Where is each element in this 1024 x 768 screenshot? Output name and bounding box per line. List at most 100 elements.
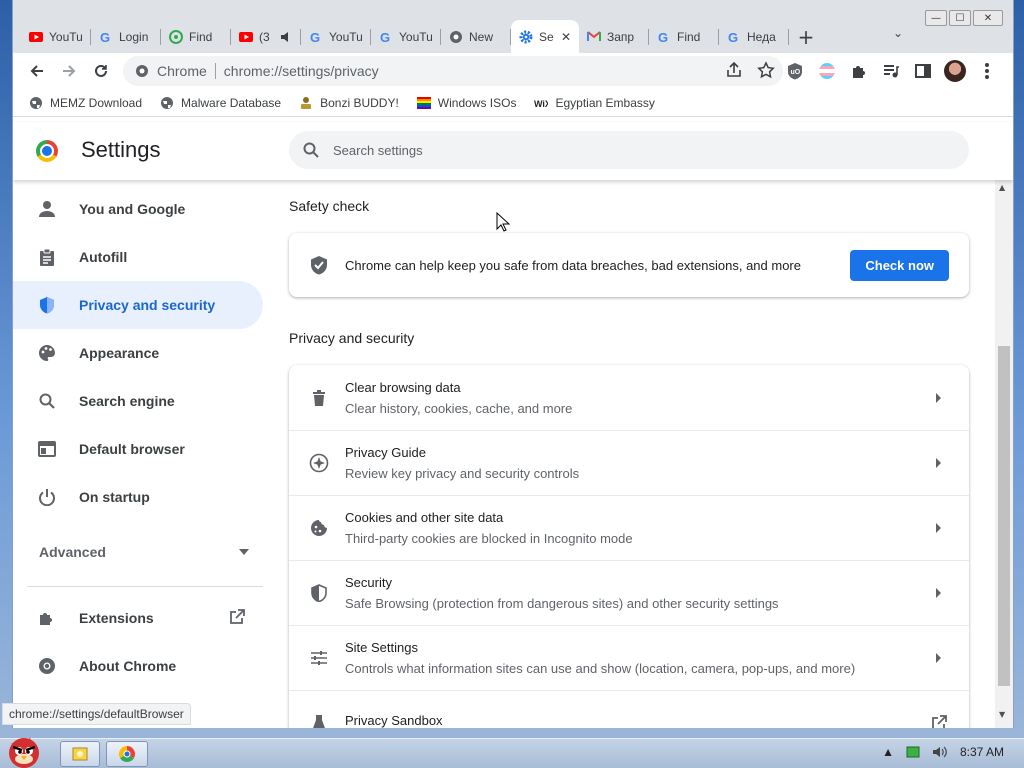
- minimize-button[interactable]: —: [925, 10, 947, 26]
- sidebar-item-on-startup[interactable]: On startup: [13, 473, 263, 521]
- status-url-bubble: chrome://settings/defaultBrowser: [2, 703, 191, 725]
- address-bar[interactable]: Chrome chrome://settings/privacy: [123, 56, 783, 86]
- scroll-down-arrow-icon[interactable]: ▼: [999, 710, 1005, 719]
- row-title: Privacy Sandbox: [345, 712, 443, 728]
- list-item-clear-browsing-data[interactable]: Clear browsing data Clear history, cooki…: [289, 365, 969, 430]
- tab-youtube-2[interactable]: G YouTu: [301, 20, 371, 53]
- safety-check-row: Chrome can help keep you safe from data …: [289, 233, 969, 297]
- advanced-toggle[interactable]: Advanced: [39, 544, 249, 560]
- tab-settings[interactable]: Se ✕: [511, 20, 579, 53]
- tab-youtube[interactable]: YouTu: [21, 20, 91, 53]
- side-panel-icon[interactable]: [911, 57, 935, 85]
- bookmark-memz[interactable]: MEMZ Download: [29, 96, 142, 110]
- chrome-icon: [449, 30, 463, 44]
- kebab-menu-icon[interactable]: [975, 57, 999, 85]
- sidebar-item-search-engine[interactable]: Search engine: [13, 377, 263, 425]
- bookmark-label: Egyptian Embassy: [555, 95, 655, 110]
- puzzle-icon[interactable]: [847, 57, 871, 85]
- tab-close-icon[interactable]: ✕: [561, 30, 571, 44]
- row-text: Cookies and other site data Third-party …: [345, 510, 903, 546]
- sidebar-item-about-chrome[interactable]: About Chrome: [13, 642, 263, 690]
- bookmark-windows-isos[interactable]: Windows ISOs: [416, 95, 517, 110]
- sidebar-item-default-browser[interactable]: Default browser: [13, 425, 263, 473]
- row-text: Security Safe Browsing (protection from …: [345, 575, 903, 611]
- tab-find-2[interactable]: G Find: [649, 20, 719, 53]
- tab-youtube-3[interactable]: G YouTu: [371, 20, 441, 53]
- tab-neda[interactable]: G Неда: [719, 20, 789, 53]
- tab-new[interactable]: New: [441, 20, 511, 53]
- search-icon: [303, 142, 319, 158]
- bookmark-label: Windows ISOs: [437, 95, 517, 110]
- bookmark-bonzi[interactable]: Bonzi BUDDY!: [299, 96, 399, 110]
- clock[interactable]: 8:37 AM: [960, 745, 1004, 759]
- sidebar-item-autofill[interactable]: Autofill: [13, 233, 263, 281]
- youtube-icon: [239, 30, 253, 44]
- arrow-right-icon: [919, 588, 959, 598]
- taskbar-explorer-button[interactable]: [60, 741, 100, 767]
- scrollbar[interactable]: ▲ ▼: [995, 180, 1013, 728]
- browser-window: — ☐ ✕ YouTu G Login Find (3 G YouTu G Yo…: [12, 0, 1014, 728]
- row-text: Privacy Sandbox: [345, 713, 903, 729]
- rainbow-flag-icon: [416, 96, 431, 110]
- bookmark-star-icon[interactable]: [757, 61, 775, 79]
- reload-button[interactable]: [85, 55, 117, 87]
- start-button[interactable]: [2, 731, 50, 768]
- scroll-up-arrow-icon[interactable]: ▲: [999, 183, 1005, 192]
- sidebar-item-privacy-and-security[interactable]: Privacy and security: [13, 281, 263, 329]
- tab-login[interactable]: G Login: [91, 20, 161, 53]
- tab-title: Find: [189, 29, 213, 44]
- bookmark-malware-db[interactable]: Malware Database: [160, 96, 281, 110]
- tab-title: Запр: [607, 29, 635, 44]
- tab-title: Login: [119, 29, 149, 44]
- tab-search-chevron-icon[interactable]: ⌄: [893, 26, 903, 40]
- row-title: Cookies and other site data: [345, 510, 504, 525]
- bookmark-egyptian-embassy[interactable]: WiX Egyptian Embassy: [534, 96, 654, 110]
- taskbar-chrome-button[interactable]: [106, 741, 148, 767]
- url-text[interactable]: chrome://settings/privacy: [224, 63, 379, 79]
- flag-extension-icon[interactable]: [815, 57, 839, 85]
- search-input[interactable]: Search settings: [289, 131, 969, 169]
- close-button[interactable]: ✕: [973, 10, 1003, 26]
- sidebar-item-you-and-google[interactable]: You and Google: [13, 185, 263, 233]
- tabs: YouTu G Login Find (3 G YouTu G YouTu Ne…: [21, 20, 823, 53]
- check-now-button[interactable]: Check now: [850, 249, 949, 281]
- avatar[interactable]: [943, 57, 967, 85]
- volume-icon[interactable]: [932, 745, 948, 759]
- maximize-button[interactable]: ☐: [949, 10, 971, 26]
- speaker-icon[interactable]: [279, 30, 293, 44]
- list-item-site-settings[interactable]: Site Settings Controls what information …: [289, 625, 969, 690]
- sidebar-item-label: Default browser: [79, 441, 185, 457]
- tab-youtube-audio[interactable]: (3: [231, 20, 301, 53]
- sidebar-item-extensions[interactable]: Extensions: [13, 594, 263, 642]
- share-icon[interactable]: [725, 61, 743, 79]
- sidebar-item-appearance[interactable]: Appearance: [13, 329, 263, 377]
- list-item-privacy-guide[interactable]: Privacy Guide Review key privacy and sec…: [289, 430, 969, 495]
- system-tray: ▲ 8:37 AM: [882, 745, 1004, 759]
- ublock-icon[interactable]: uO: [783, 57, 807, 85]
- network-icon[interactable]: [906, 746, 920, 758]
- media-queue-icon[interactable]: [879, 57, 903, 85]
- tab-find[interactable]: Find: [161, 20, 231, 53]
- sidebar-item-label: About Chrome: [79, 658, 177, 674]
- svg-text:G: G: [310, 30, 320, 44]
- sidebar-item-label: Extensions: [79, 610, 154, 626]
- list-item-cookies[interactable]: Cookies and other site data Third-party …: [289, 495, 969, 560]
- advanced-label: Advanced: [39, 544, 106, 560]
- tray-expand-arrow-icon[interactable]: ▲: [882, 745, 894, 759]
- scrollbar-thumb[interactable]: [998, 346, 1010, 686]
- gear-icon: [519, 30, 533, 44]
- row-title: Privacy Guide: [345, 445, 426, 460]
- sidebar-item-label: You and Google: [79, 201, 186, 217]
- list-item-privacy-sandbox[interactable]: Privacy Sandbox: [289, 690, 969, 728]
- list-item-security[interactable]: Security Safe Browsing (protection from …: [289, 560, 969, 625]
- svg-text:G: G: [728, 30, 738, 44]
- google-icon: G: [309, 30, 323, 44]
- forward-button[interactable]: [53, 55, 85, 87]
- new-tab-button[interactable]: +: [789, 20, 823, 53]
- compass-icon: [309, 453, 329, 473]
- row-text: Privacy Guide Review key privacy and sec…: [345, 445, 903, 481]
- tab-gmail[interactable]: Запр: [579, 20, 649, 53]
- back-button[interactable]: [21, 55, 53, 87]
- google-icon: G: [657, 30, 671, 44]
- omnibox-actions: [725, 61, 775, 79]
